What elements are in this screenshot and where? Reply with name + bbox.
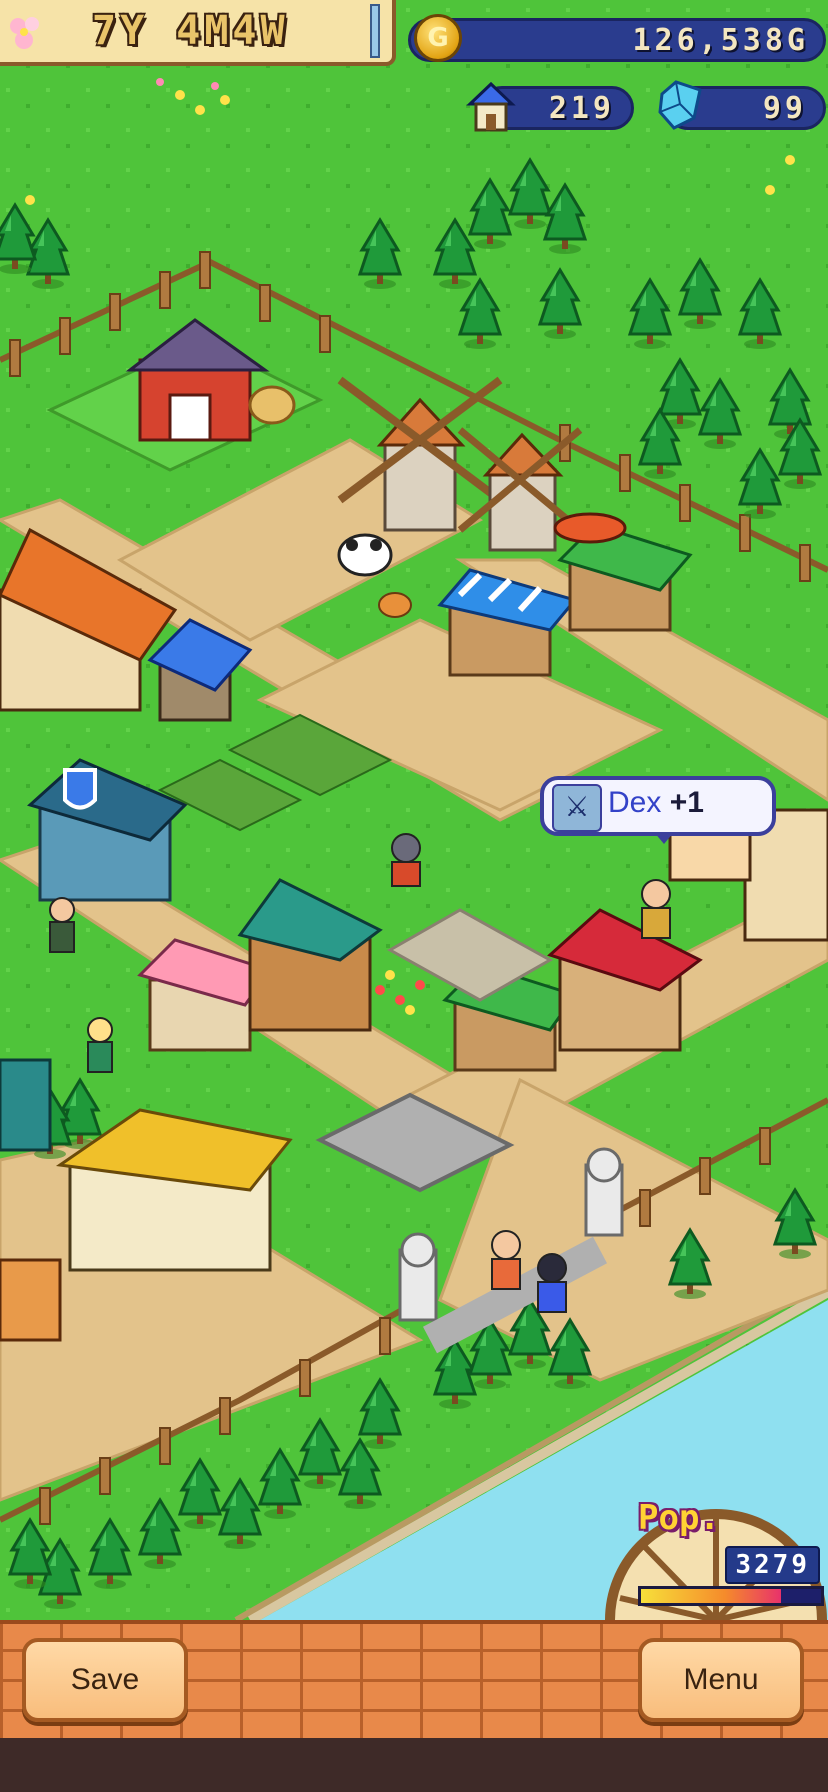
crystal-icon — [656, 78, 706, 134]
gold-counter: 126,538G — [408, 18, 826, 62]
population-widget[interactable]: Pop. 3279 — [604, 1488, 828, 1620]
houses-count: 219 — [548, 91, 615, 126]
system-nav-area — [0, 1738, 828, 1792]
stat-gain-text: Dex +1 — [608, 786, 704, 820]
stat-gain-popup: ⚔ Dex +1 — [540, 776, 776, 844]
crossed-swords-icon: ⚔ — [552, 784, 602, 832]
game-date: 7Y 4M4W — [92, 8, 289, 54]
gold-amount: 126,538G — [632, 23, 809, 58]
coin-icon: G — [414, 14, 462, 62]
population-bar-fill — [641, 1589, 782, 1603]
date-progress-gauge — [370, 4, 380, 58]
flower-decor-icon — [4, 12, 48, 56]
menu-button[interactable]: Menu — [638, 1638, 804, 1722]
crystals-count: 99 — [762, 91, 807, 126]
stat-change: +1 — [669, 786, 704, 819]
popup-pointer — [654, 832, 674, 844]
population-value: 3279 — [725, 1546, 820, 1584]
save-button[interactable]: Save — [22, 1638, 188, 1722]
population-bar — [638, 1586, 824, 1606]
population-label: Pop. — [638, 1498, 720, 1538]
date-panel: 7Y 4M4W — [0, 0, 396, 66]
stat-name: Dex — [608, 786, 662, 819]
house-icon — [466, 78, 516, 134]
